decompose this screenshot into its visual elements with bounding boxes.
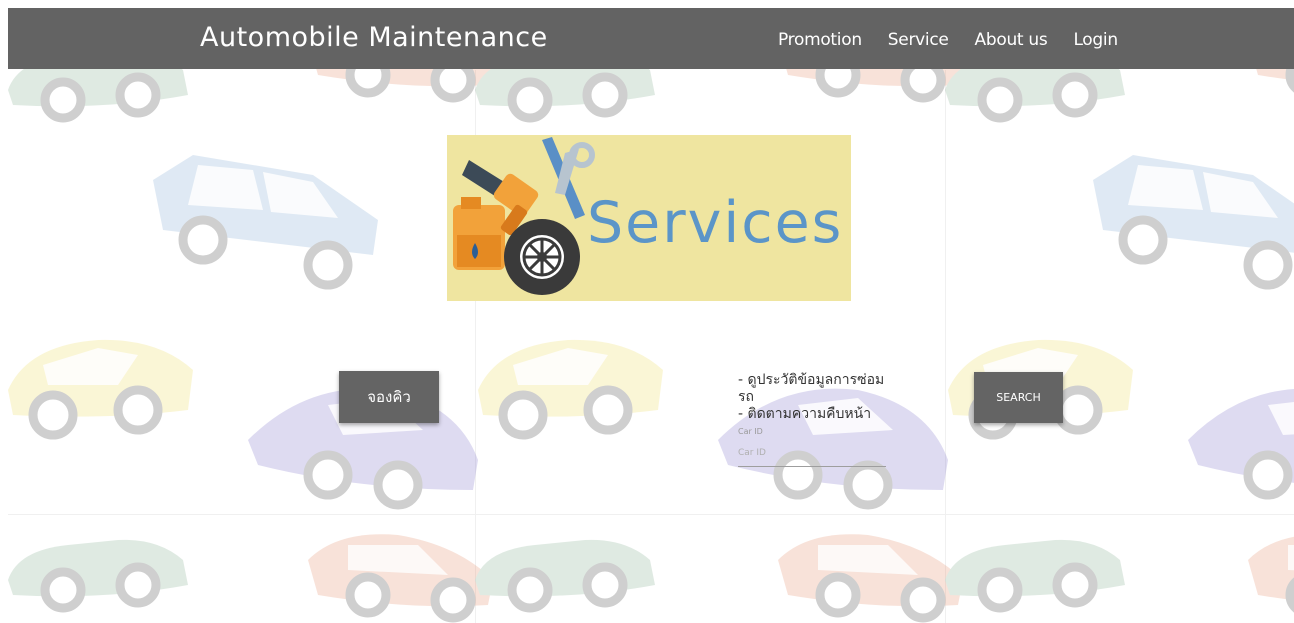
car-id-input[interactable] bbox=[738, 442, 886, 467]
banner-title: Services bbox=[587, 190, 844, 256]
nav-link-login[interactable]: Login bbox=[1073, 30, 1118, 50]
tracking-line-history-cont: รถ bbox=[738, 389, 754, 405]
tracking-line-progress: - ติดตามความคืบหน้า bbox=[738, 406, 872, 422]
navbar: Automobile Maintenance Promotion Service… bbox=[8, 8, 1294, 69]
nav-link-service[interactable]: Service bbox=[888, 30, 949, 50]
services-banner: Services bbox=[447, 135, 851, 301]
nav-link-about-us[interactable]: About us bbox=[975, 30, 1048, 50]
nav-menu: Promotion Service About us Login bbox=[778, 30, 1144, 50]
tools-illustration-icon bbox=[453, 137, 595, 295]
book-queue-button[interactable]: จองคิว bbox=[339, 371, 439, 423]
nav-link-promotion[interactable]: Promotion bbox=[778, 30, 862, 50]
tracking-panel: - ดูประวัติข้อมูลการซ่อม รถ - ติดตามความ… bbox=[738, 372, 888, 467]
tracking-line-history: - ดูประวัติข้อมูลการซ่อม bbox=[738, 372, 885, 388]
car-pattern-svg bbox=[8, 0, 1294, 623]
car-id-label: Car ID bbox=[738, 427, 763, 436]
background-car-pattern bbox=[8, 0, 1294, 623]
search-button[interactable]: SEARCH bbox=[974, 372, 1063, 423]
brand-title[interactable]: Automobile Maintenance bbox=[200, 22, 548, 53]
